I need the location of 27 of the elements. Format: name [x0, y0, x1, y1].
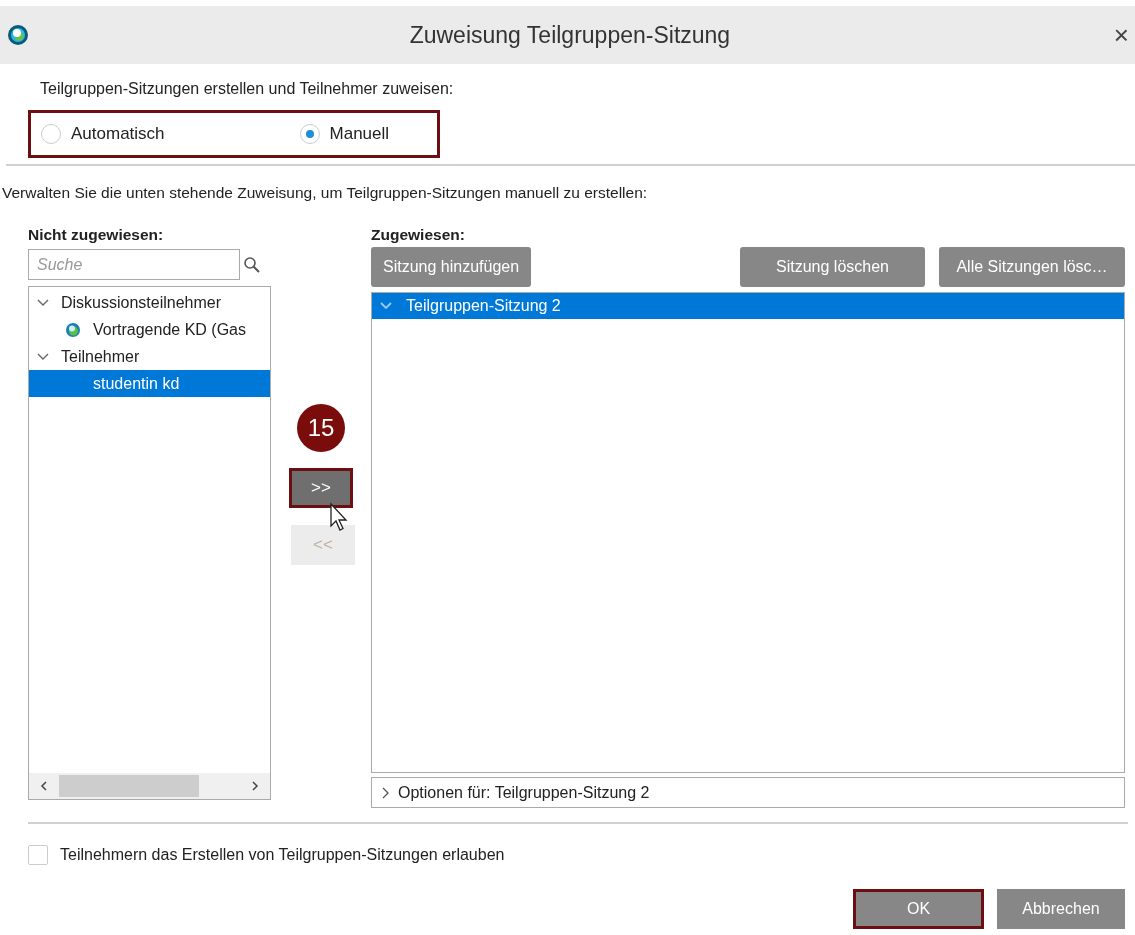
session-item[interactable]: Teilgruppen-Sitzung 2	[372, 293, 1124, 319]
window-title: Zuweisung Teilgruppen-Sitzung	[408, 21, 732, 49]
close-button[interactable]: ×	[1109, 19, 1133, 51]
unassigned-heading: Nicht zugewiesen:	[28, 226, 165, 244]
tree-group[interactable]: Teilnehmer	[29, 343, 270, 370]
dialog-button[interactable]: OK	[853, 889, 984, 929]
options-expander[interactable]: Optionen für: Teilgruppen-Sitzung 2	[371, 777, 1125, 808]
tree-item[interactable]: Vortragende KD (Gas	[29, 316, 270, 343]
assigned-heading: Zugewiesen:	[371, 226, 466, 244]
session-button[interactable]: Sitzung löschen	[740, 247, 925, 287]
app-logo-icon	[6, 23, 30, 47]
mode-radio[interactable]: Automatisch	[41, 124, 165, 144]
mode-label: Teilgruppen-Sitzungen erstellen und Teilnehmer zuweisen:	[40, 80, 455, 98]
tree-group[interactable]: Diskussionsteilnehmer	[29, 289, 270, 316]
allow-checkbox[interactable]: Teilnehmern das Erstellen von Teilgruppen-Sitzungen erlauben	[28, 845, 1125, 865]
horizontal-scrollbar[interactable]	[29, 773, 270, 799]
session-button[interactable]: Sitzung hinzufügen	[371, 247, 532, 287]
instruction-text: Verwalten Sie die unten stehende Zuweisung, um Teilgruppen-Sitzungen manuell zu erstellen:	[2, 184, 649, 202]
search-field[interactable]: Suche	[28, 249, 240, 280]
mode-radio[interactable]: Manuell	[299, 124, 390, 144]
search-icon[interactable]	[243, 255, 261, 274]
step-badge: 15	[297, 404, 345, 452]
move-button[interactable]: >>	[289, 468, 353, 508]
session-button[interactable]: Alle Sitzungen lösc…	[939, 247, 1125, 287]
presenter-icon	[65, 321, 81, 338]
tree-item[interactable]: studentin kd	[29, 370, 270, 397]
dialog-button[interactable]: Abbrechen	[997, 889, 1125, 929]
